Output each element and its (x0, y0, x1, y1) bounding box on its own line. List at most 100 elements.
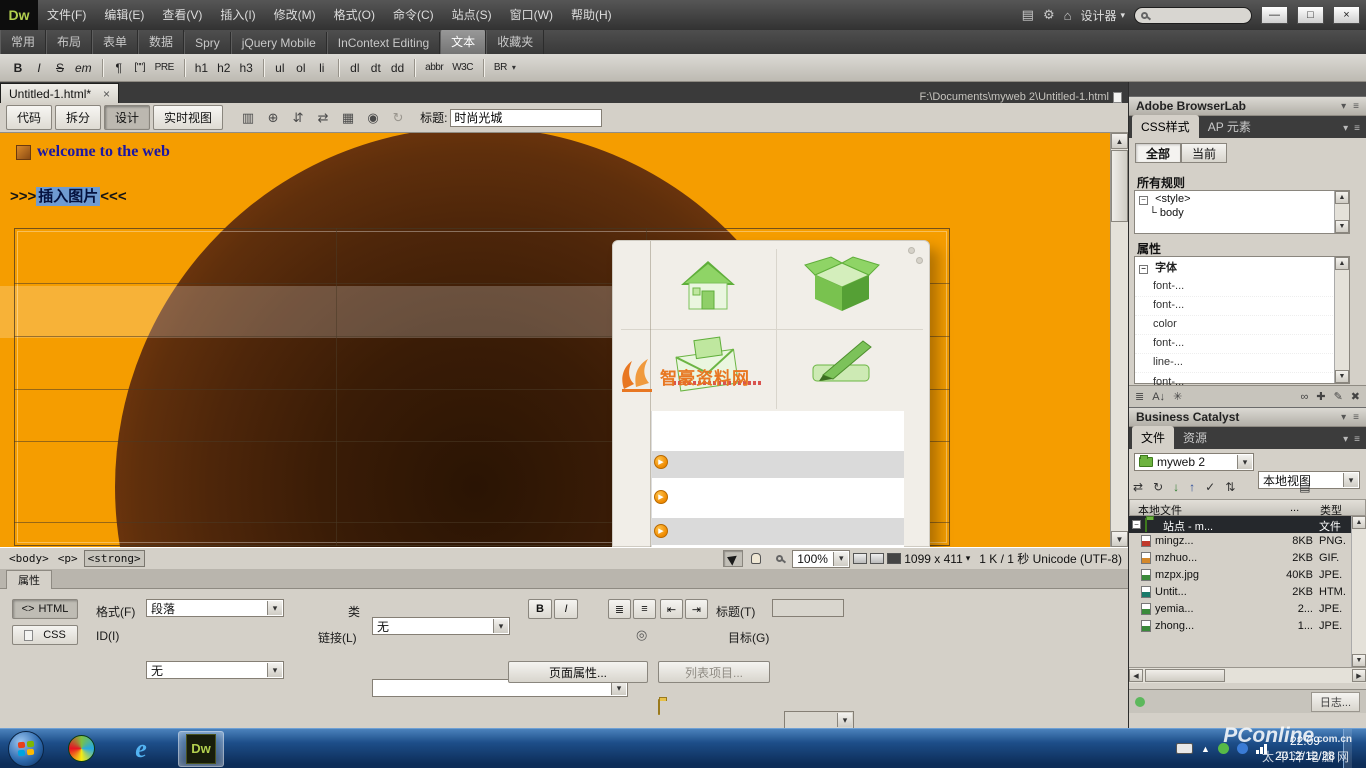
files-scrollbar[interactable]: ▲ ▼ (1351, 516, 1366, 667)
code-view-button[interactable]: 代码 (6, 105, 52, 130)
tag-selector-p[interactable]: <p> (55, 551, 81, 566)
touch-keyboard-icon[interactable] (1176, 743, 1193, 754)
tab-ap-elements[interactable]: AP 元素 (1199, 115, 1260, 138)
sync-icon[interactable]: ⇄ (312, 108, 334, 128)
page-properties-button[interactable]: 页面属性... (508, 661, 648, 683)
chevron-down-icon[interactable]: ▾ (512, 63, 516, 72)
show-hidden-icons[interactable]: ▲ (1201, 744, 1210, 754)
minimize-button[interactable]: — (1261, 6, 1288, 24)
menu-edit[interactable]: 编辑(E) (95, 0, 153, 30)
acronym-button[interactable]: W3C (448, 58, 477, 78)
edit-rule-icon[interactable]: ✎ (1334, 390, 1343, 403)
tab-files[interactable]: 文件 (1132, 426, 1174, 449)
extensions-gear-icon[interactable]: ⚙ (1043, 7, 1055, 23)
app-logo[interactable]: Dw (0, 0, 38, 30)
all-rules-toggle[interactable]: 全部 (1135, 143, 1181, 163)
select-tool-button[interactable] (723, 550, 743, 567)
panel-menu-icon[interactable]: ≡ (1354, 434, 1360, 445)
delete-rule-icon[interactable]: ✖ (1351, 390, 1360, 403)
taskbar-clock[interactable]: 22:09 2012/12/28 (1275, 734, 1335, 763)
category-view-icon[interactable]: ≣ (1135, 390, 1144, 403)
selected-text[interactable]: 插入图片 (36, 187, 100, 206)
window-size-icon[interactable] (887, 553, 901, 564)
css-property-row[interactable]: font-... (1135, 276, 1349, 297)
title-input[interactable] (450, 109, 602, 127)
tree-collapse-icon[interactable]: − (1139, 196, 1148, 205)
h3-button[interactable]: h3 (235, 58, 256, 78)
insert-tab-data[interactable]: 数据 (138, 29, 184, 54)
paragraph-button[interactable]: ¶ (109, 58, 129, 78)
visual-aids-icon[interactable]: ◉ (362, 108, 384, 128)
window-size-value[interactable]: 1099 x 411 (904, 552, 963, 566)
taskbar-ie-button[interactable]: e (118, 731, 164, 767)
taskbar-browser-button[interactable] (58, 731, 104, 767)
file-row[interactable]: zhong...1...JPE. (1129, 618, 1366, 635)
insert-tab-forms[interactable]: 表单 (92, 29, 138, 54)
insert-image-line[interactable]: >>>插入图片<<< (10, 185, 127, 206)
view-options-icon[interactable]: ▦ (337, 108, 359, 128)
dt-button[interactable]: dt (366, 58, 386, 78)
insert-tab-favorites[interactable]: 收藏夹 (486, 29, 544, 54)
scroll-up-icon[interactable]: ▲ (1335, 191, 1349, 204)
scroll-up-icon[interactable]: ▲ (1352, 516, 1366, 529)
html-mode-button[interactable]: <> HTML (12, 599, 78, 619)
rules-tree[interactable]: − <style> └ body ▲ ▼ (1134, 190, 1350, 234)
css-property-row[interactable]: line-... (1135, 352, 1349, 373)
tray-app-icon-green[interactable] (1218, 743, 1229, 754)
insert-tab-spry[interactable]: Spry (184, 32, 231, 54)
scroll-down-icon[interactable]: ▼ (1335, 220, 1349, 233)
br-button[interactable]: BR (490, 58, 511, 78)
h1-button[interactable]: h1 (191, 58, 212, 78)
refresh-icon[interactable]: ↻ (1153, 480, 1163, 494)
connect-icon[interactable]: ⇄ (1133, 480, 1143, 494)
css-properties-grid[interactable]: − 字体 font-... font-... color font-... li… (1134, 256, 1350, 384)
ul-button[interactable]: ul (270, 58, 290, 78)
insert-tab-layout[interactable]: 布局 (46, 29, 92, 54)
em-button[interactable]: em (71, 58, 96, 78)
get-files-icon[interactable]: ↓ (1173, 480, 1179, 494)
menu-help[interactable]: 帮助(H) (562, 0, 621, 30)
welcome-text-row[interactable]: welcome to the web (16, 143, 170, 161)
scroll-down-icon[interactable]: ▼ (1335, 370, 1349, 383)
scrollbar-thumb[interactable] (1145, 669, 1225, 682)
insert-tab-text[interactable]: 文本 (440, 29, 486, 54)
format-select[interactable]: 段落 (146, 599, 284, 617)
network-icon[interactable] (1256, 744, 1267, 754)
properties-tab[interactable]: 属性 (6, 570, 52, 589)
li-button[interactable]: li (312, 58, 332, 78)
browserlab-panel-header[interactable]: Adobe BrowserLab ▾≡ (1129, 96, 1366, 116)
insert-tab-jquery-mobile[interactable]: jQuery Mobile (231, 32, 327, 54)
scroll-right-icon[interactable]: ▶ (1352, 669, 1366, 682)
chevron-down-icon[interactable]: ▾ (1343, 123, 1348, 134)
dd-button[interactable]: dd (387, 58, 408, 78)
log-button[interactable]: 日志... (1311, 692, 1360, 712)
scroll-left-icon[interactable]: ◀ (1129, 669, 1143, 682)
css-property-row[interactable]: font-... (1135, 295, 1349, 316)
css-property-row[interactable]: font-... (1135, 333, 1349, 354)
bold-property-button[interactable]: B (528, 599, 552, 619)
split-view-button[interactable]: 拆分 (55, 105, 101, 130)
file-row[interactable]: Untit...2KBHTM. (1129, 584, 1366, 601)
sync-icon[interactable]: ⇅ (1225, 480, 1235, 494)
file-management-icon[interactable]: ⇵ (287, 108, 309, 128)
set-properties-icon[interactable]: ✳ (1173, 390, 1182, 403)
menu-view[interactable]: 查看(V) (153, 0, 211, 30)
checkout-icon[interactable]: ✓ (1205, 480, 1215, 494)
files-horizontal-scrollbar[interactable]: ◀ ▶ (1129, 667, 1366, 683)
indent-button[interactable]: ⇥ (685, 599, 708, 619)
file-row[interactable]: yemia...2...JPE. (1129, 601, 1366, 618)
zoom-level-select[interactable]: 100% (792, 550, 850, 568)
show-desktop-button[interactable] (1343, 729, 1352, 768)
tree-collapse-icon[interactable]: − (1132, 520, 1141, 529)
scrollbar-thumb[interactable] (1111, 150, 1128, 222)
maximize-button[interactable]: □ (1297, 6, 1324, 24)
zoom-tool-button[interactable] (769, 550, 789, 567)
menu-insert[interactable]: 插入(I) (211, 0, 264, 30)
blockquote-button[interactable]: [""] (130, 58, 150, 78)
chevron-down-icon[interactable]: ▾ (1343, 434, 1348, 445)
tab-assets[interactable]: 资源 (1174, 426, 1216, 449)
menu-modify[interactable]: 修改(M) (265, 0, 325, 30)
insert-tab-incontext[interactable]: InContext Editing (327, 32, 440, 54)
style-rule-node[interactable]: <style> (1155, 193, 1190, 205)
tab-css-styles[interactable]: CSS样式 (1132, 115, 1199, 138)
